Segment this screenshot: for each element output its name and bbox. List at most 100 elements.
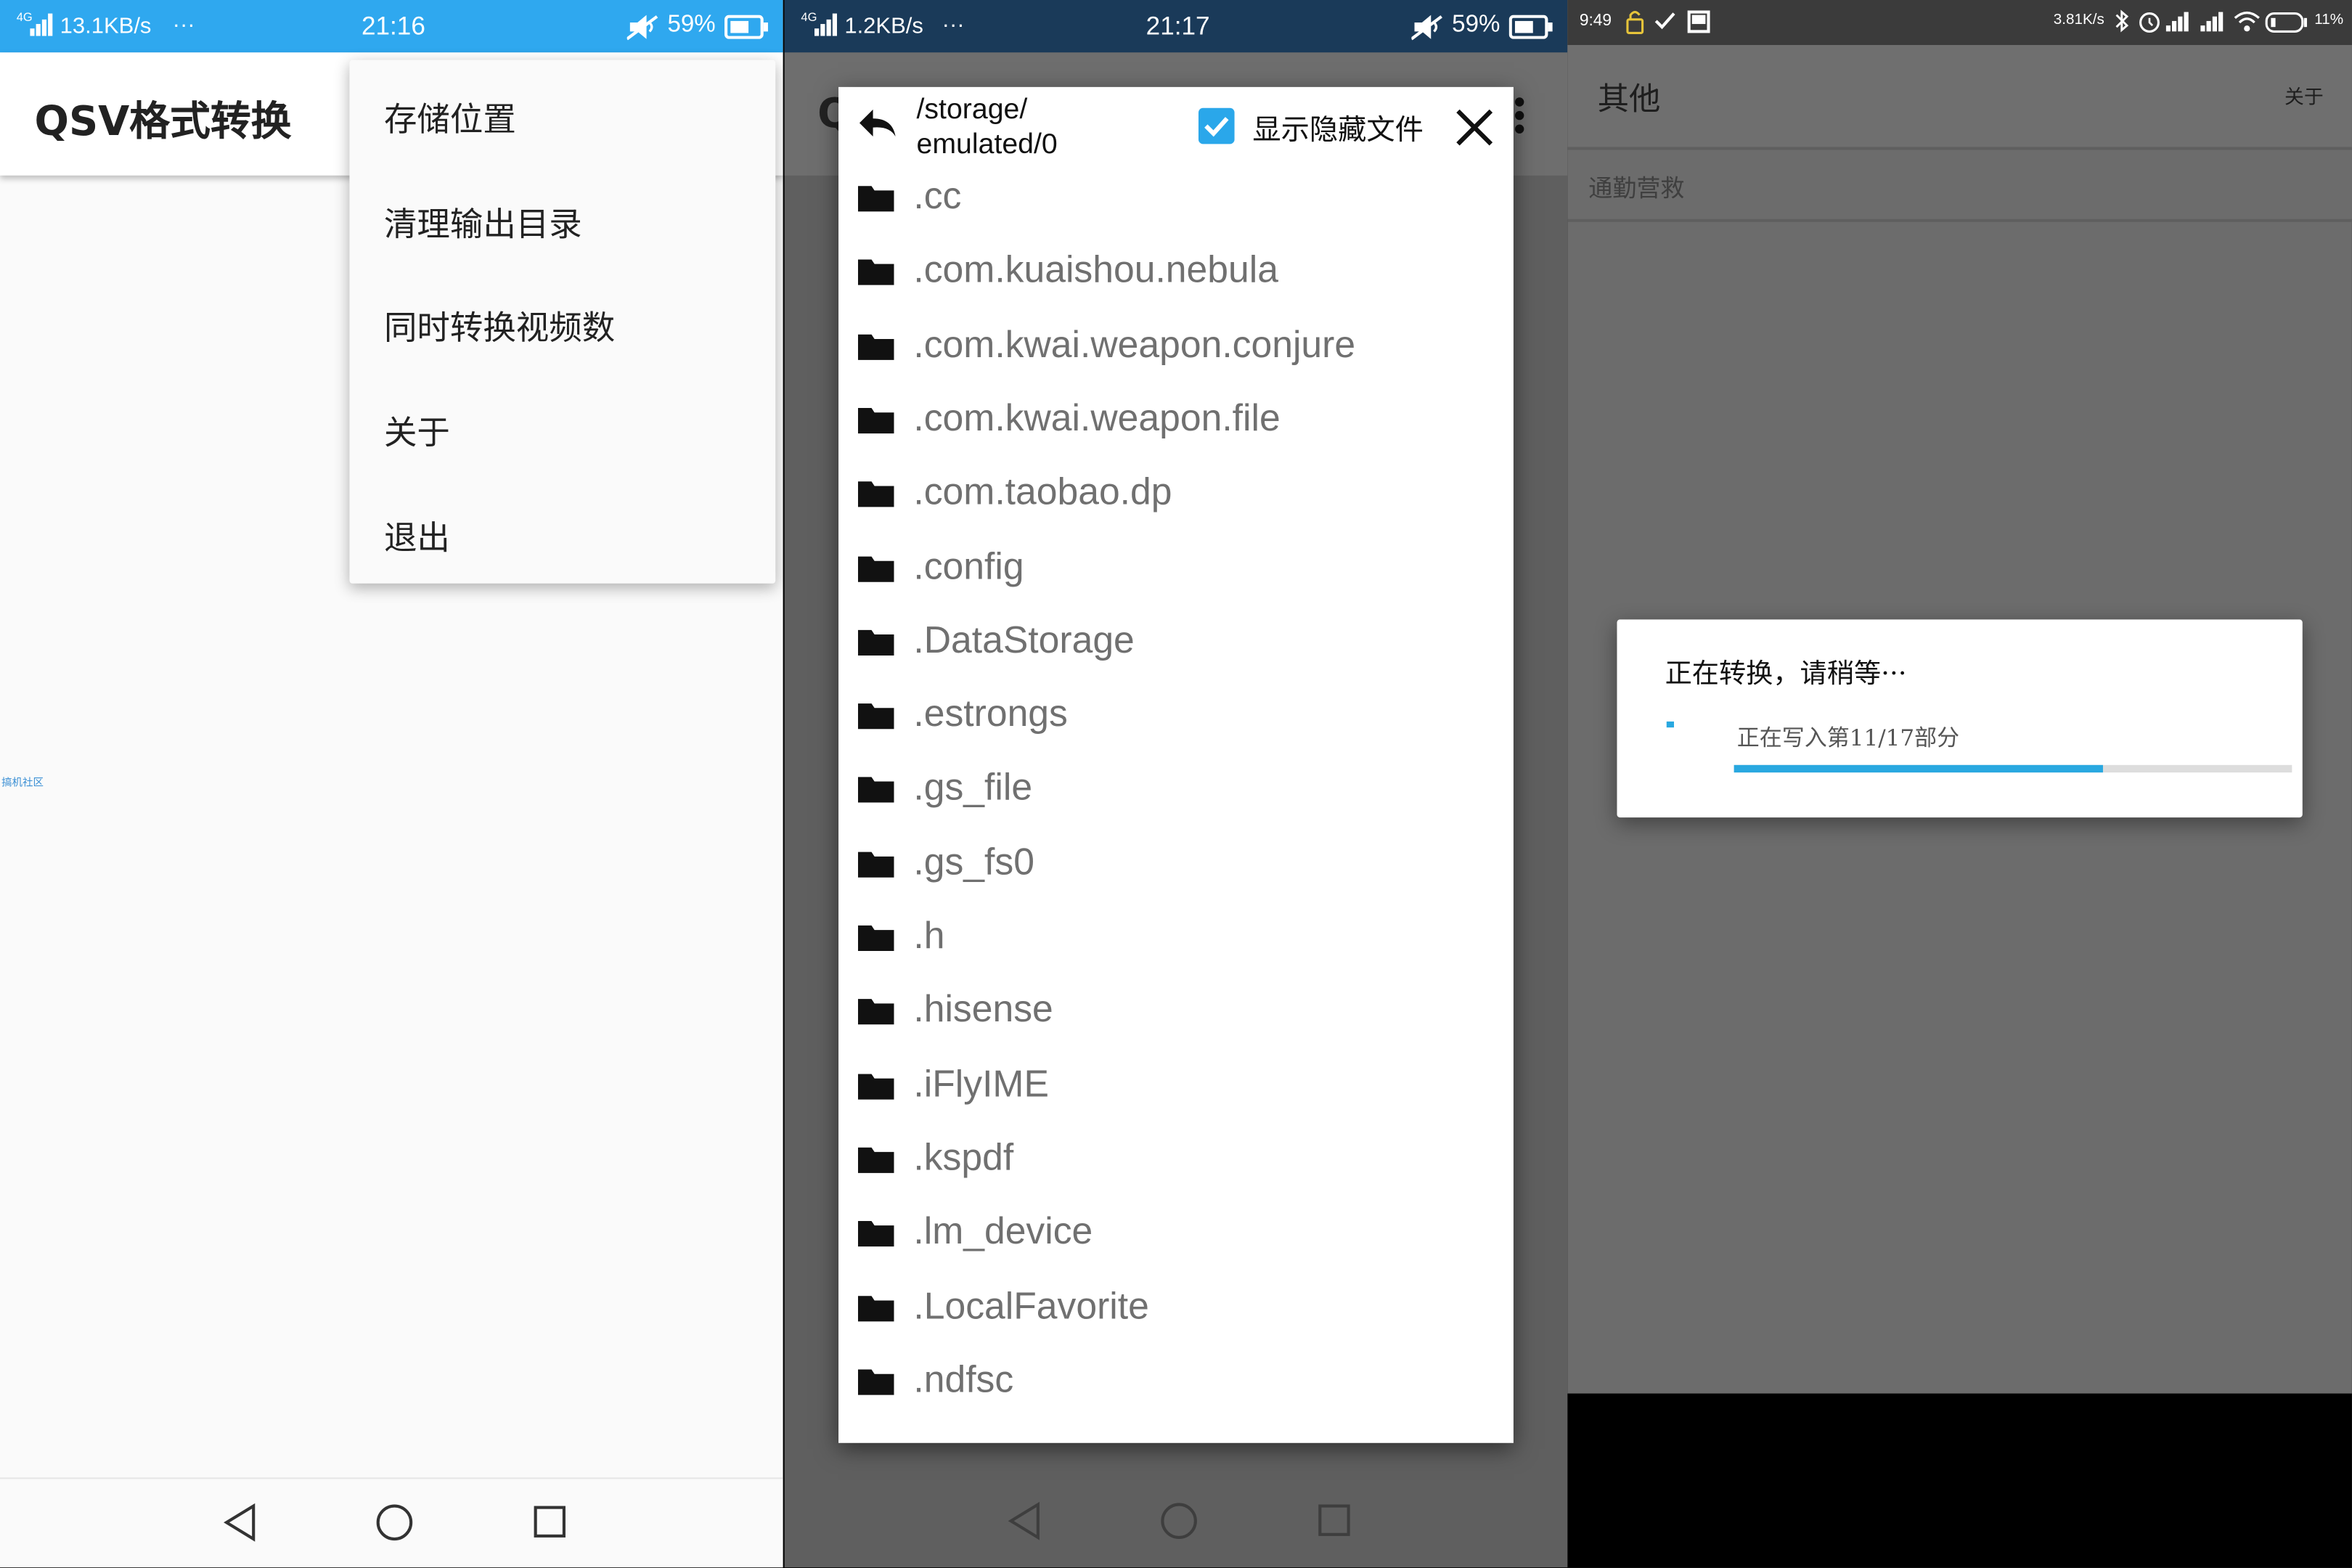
back-icon[interactable] — [221, 1501, 260, 1543]
file-name: .gs_fs0 — [913, 841, 1034, 883]
network-speed: 13.1KB/s — [60, 13, 152, 39]
app-title: QSV格式转换 — [34, 99, 292, 146]
network-speed: 1.2KB/s — [844, 13, 923, 39]
close-icon[interactable] — [1453, 107, 1495, 149]
screen-converting: 9:49 3.81K/s 11% 其他 关于 通勤营救 正在转换，请稍等··· … — [1567, 0, 2352, 1568]
mute-speaker-icon — [1411, 14, 1444, 41]
file-list-item[interactable]: .com.kwai.weapon.file — [838, 391, 1514, 452]
path-line-1: /storage/ — [916, 94, 1028, 126]
folder-icon — [857, 405, 894, 435]
folder-icon — [857, 183, 894, 213]
signal-icon-2 — [2200, 10, 2227, 32]
battery-icon — [724, 15, 769, 39]
current-path: /storage/ emulated/0 — [917, 93, 1058, 162]
folder-icon — [857, 626, 894, 656]
file-name: .h — [913, 915, 945, 957]
home-icon[interactable] — [374, 1501, 416, 1543]
file-list-item[interactable]: .com.taobao.dp — [838, 465, 1514, 526]
nav-bar — [785, 1477, 1568, 1567]
battery-percent: 59% — [1452, 12, 1500, 38]
file-name: .com.kwai.weapon.file — [913, 397, 1281, 440]
mute-speaker-icon — [626, 14, 660, 41]
screen-file-picker: 4G 1.2KB/s ··· 21:17 59% Q /storage/ emu… — [784, 0, 1568, 1568]
alarm-icon — [2137, 9, 2161, 33]
file-name: .lm_device — [913, 1210, 1093, 1253]
black-region — [1567, 1393, 2352, 1568]
status-bar: 4G 13.1KB/s ··· 21:16 59% — [0, 0, 783, 53]
file-list-item[interactable]: .com.kuaishou.nebula — [838, 243, 1514, 303]
list-item-label: 通勤营救 — [1588, 173, 1685, 203]
back-arrow-icon[interactable] — [857, 107, 899, 139]
watermark: 搞机社区 — [1, 777, 44, 789]
progress-message: 正在写入第11/17部分 — [1736, 724, 1960, 752]
menu-item-storage-location[interactable]: 存储位置 — [384, 93, 516, 141]
list-item[interactable]: 通勤营救 — [1567, 150, 2352, 222]
file-name: .gs_file — [913, 767, 1033, 809]
clock: 21:17 — [1146, 12, 1210, 41]
folder-icon — [857, 1366, 894, 1396]
file-name: .com.taobao.dp — [913, 471, 1172, 514]
home-icon[interactable] — [1158, 1500, 1200, 1542]
file-name: .DataStorage — [913, 618, 1135, 661]
back-icon[interactable] — [1005, 1500, 1044, 1542]
file-list-item[interactable]: .hisense — [838, 983, 1514, 1043]
recents-icon[interactable] — [533, 1504, 569, 1540]
file-list-item[interactable]: .gs_file — [838, 761, 1514, 821]
file-list-item[interactable]: .lm_device — [838, 1205, 1514, 1265]
file-picker-dialog: /storage/ emulated/0 显示隐藏文件 .cc .com.kuai… — [838, 86, 1514, 1443]
folder-icon — [857, 1218, 894, 1248]
more-indicator: ··· — [172, 12, 195, 38]
file-list-item[interactable]: .config — [838, 539, 1514, 600]
file-list-item[interactable]: .com.kwai.weapon.conjure — [838, 317, 1514, 377]
check-icon — [1653, 10, 1677, 31]
file-name: .cc — [913, 175, 962, 218]
folder-icon — [857, 701, 894, 730]
file-name: .kspdf — [913, 1137, 1014, 1179]
show-hidden-checkbox[interactable] — [1197, 107, 1236, 146]
folder-icon — [857, 1144, 894, 1174]
lock-icon — [1625, 9, 1646, 36]
progress-bar — [1734, 764, 2292, 773]
menu-item-concurrent-count[interactable]: 同时转换视频数 — [384, 301, 615, 349]
recents-icon[interactable] — [1317, 1503, 1353, 1539]
file-list-item[interactable]: .ndfsc — [838, 1352, 1514, 1413]
menu-item-about[interactable]: 关于 — [384, 407, 450, 454]
signal-icon — [30, 12, 57, 36]
file-name: .config — [913, 545, 1024, 587]
file-list-item[interactable]: .h — [838, 909, 1514, 969]
status-bar: 9:49 3.81K/s 11% — [1567, 0, 2352, 45]
file-list-item[interactable]: .gs_fs0 — [838, 835, 1514, 895]
file-list-item[interactable]: .LocalFavorite — [838, 1279, 1514, 1339]
file-list-item[interactable]: .kspdf — [838, 1131, 1514, 1191]
file-name: .ndfsc — [913, 1358, 1014, 1401]
menu-item-exit[interactable]: 退出 — [384, 512, 450, 560]
clock: 21:16 — [361, 12, 425, 41]
file-list-overflow — [913, 1434, 1093, 1442]
file-name: .iFlyIME — [913, 1063, 1049, 1106]
signal-icon-1 — [2165, 10, 2193, 32]
file-list-item[interactable]: .DataStorage — [838, 613, 1514, 674]
file-name: .LocalFavorite — [913, 1284, 1149, 1327]
overflow-menu-icon[interactable] — [1514, 96, 1526, 135]
battery-percent: 59% — [667, 12, 716, 38]
wifi-icon — [2232, 9, 2262, 33]
folder-icon — [857, 1292, 894, 1322]
file-name: .com.kuaishou.nebula — [913, 249, 1278, 292]
bluetooth-icon — [2115, 9, 2130, 33]
file-name: .com.kwai.weapon.conjure — [913, 323, 1356, 366]
screen-qsv-menu: 4G 13.1KB/s ··· 21:16 59% QSV格式转换 存储位置 清… — [0, 0, 783, 1568]
about-button[interactable]: 关于 — [2284, 81, 2324, 110]
folder-icon — [857, 479, 894, 509]
file-list-item[interactable]: .cc — [838, 169, 1514, 229]
more-indicator: ··· — [942, 12, 965, 38]
show-hidden-label[interactable]: 显示隐藏文件 — [1252, 108, 1424, 149]
file-list-item[interactable]: .iFlyIME — [838, 1057, 1514, 1117]
file-name: .estrongs — [913, 693, 1068, 735]
page-title: 其他 — [1597, 81, 1661, 118]
folder-icon — [857, 997, 894, 1026]
battery-icon — [1508, 15, 1554, 39]
file-list-item[interactable]: .estrongs — [838, 687, 1514, 748]
menu-item-clean-output[interactable]: 清理输出目录 — [384, 198, 582, 246]
folder-icon — [857, 923, 894, 952]
header-bar: 其他 关于 — [1567, 44, 2352, 150]
